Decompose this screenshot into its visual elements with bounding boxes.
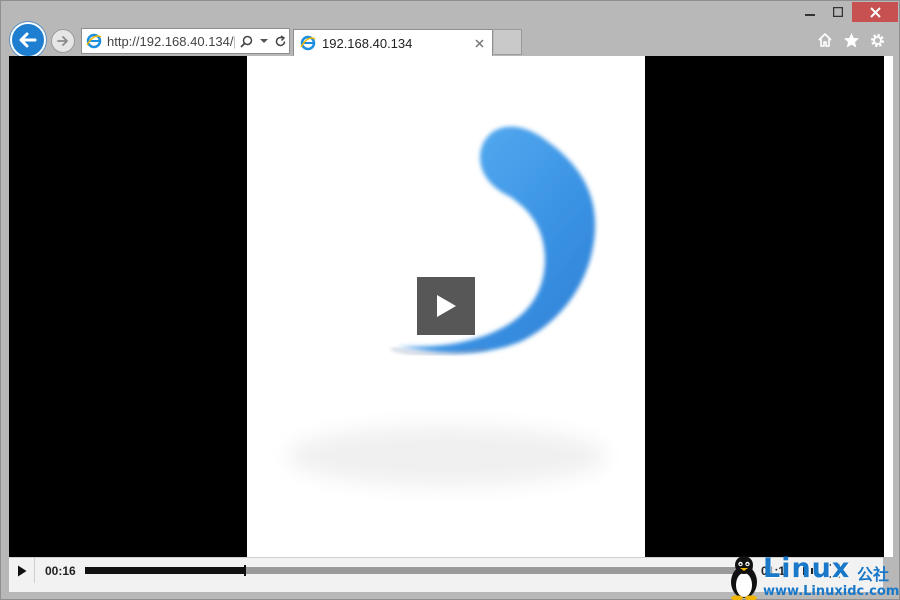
minimize-icon: [805, 14, 815, 16]
back-arrow-icon: [19, 32, 37, 48]
watermark-url: www.Linuxidc.com: [763, 584, 900, 599]
tab-active[interactable]: 192.168.40.134: [293, 29, 493, 56]
play-button[interactable]: [9, 557, 35, 584]
tab-title: 192.168.40.134: [322, 35, 413, 51]
address-dropdown-button[interactable]: [255, 31, 272, 51]
gear-icon: [870, 33, 884, 47]
close-icon: [869, 6, 881, 18]
back-button[interactable]: [10, 22, 46, 58]
progress-fill: [85, 567, 246, 574]
home-icon: [818, 33, 832, 47]
tab-close-button[interactable]: [470, 34, 488, 52]
search-icon: [240, 35, 253, 48]
new-tab-button[interactable]: [494, 29, 522, 55]
forward-button[interactable]: [51, 29, 75, 53]
play-overlay-button[interactable]: [417, 277, 475, 335]
watermark: Linux 公社 www.Linuxidc.com: [725, 553, 900, 600]
penguin-logo-icon: [731, 556, 757, 600]
scrollbar[interactable]: [884, 56, 893, 557]
star-icon: [843, 32, 859, 47]
window-controls: [796, 2, 898, 23]
favorites-button[interactable]: [841, 30, 861, 50]
chevron-down-icon: [259, 39, 268, 43]
toolbar-icons: [815, 30, 887, 50]
home-button[interactable]: [815, 30, 835, 50]
maximize-icon: [833, 7, 843, 17]
address-url[interactable]: http://192.168.40.134/|: [107, 34, 235, 49]
refresh-button[interactable]: [272, 31, 289, 51]
close-window-button[interactable]: [852, 2, 898, 22]
forward-arrow-icon: [57, 36, 68, 46]
maximize-button[interactable]: [824, 2, 852, 22]
ie-logo-icon: [86, 33, 102, 49]
play-icon: [17, 565, 26, 576]
play-icon: [437, 295, 456, 317]
video-player[interactable]: [247, 56, 645, 557]
page-content: [9, 56, 884, 557]
watermark-brand-cn: 公社: [857, 565, 890, 584]
progress-handle[interactable]: [244, 565, 247, 576]
refresh-icon: [275, 34, 286, 46]
address-bar[interactable]: http://192.168.40.134/|: [81, 28, 290, 54]
progress-bar[interactable]: [85, 565, 753, 576]
minimize-button[interactable]: [796, 2, 824, 22]
ie-logo-icon: [300, 35, 316, 51]
browser-window: http://192.168.40.134/| 192.168.40.134 0…: [0, 0, 900, 600]
settings-button[interactable]: [867, 30, 887, 50]
close-icon: [474, 38, 484, 48]
watermark-brand: Linux: [763, 553, 851, 584]
current-time: 00:16: [45, 563, 76, 578]
search-button[interactable]: [238, 31, 255, 51]
